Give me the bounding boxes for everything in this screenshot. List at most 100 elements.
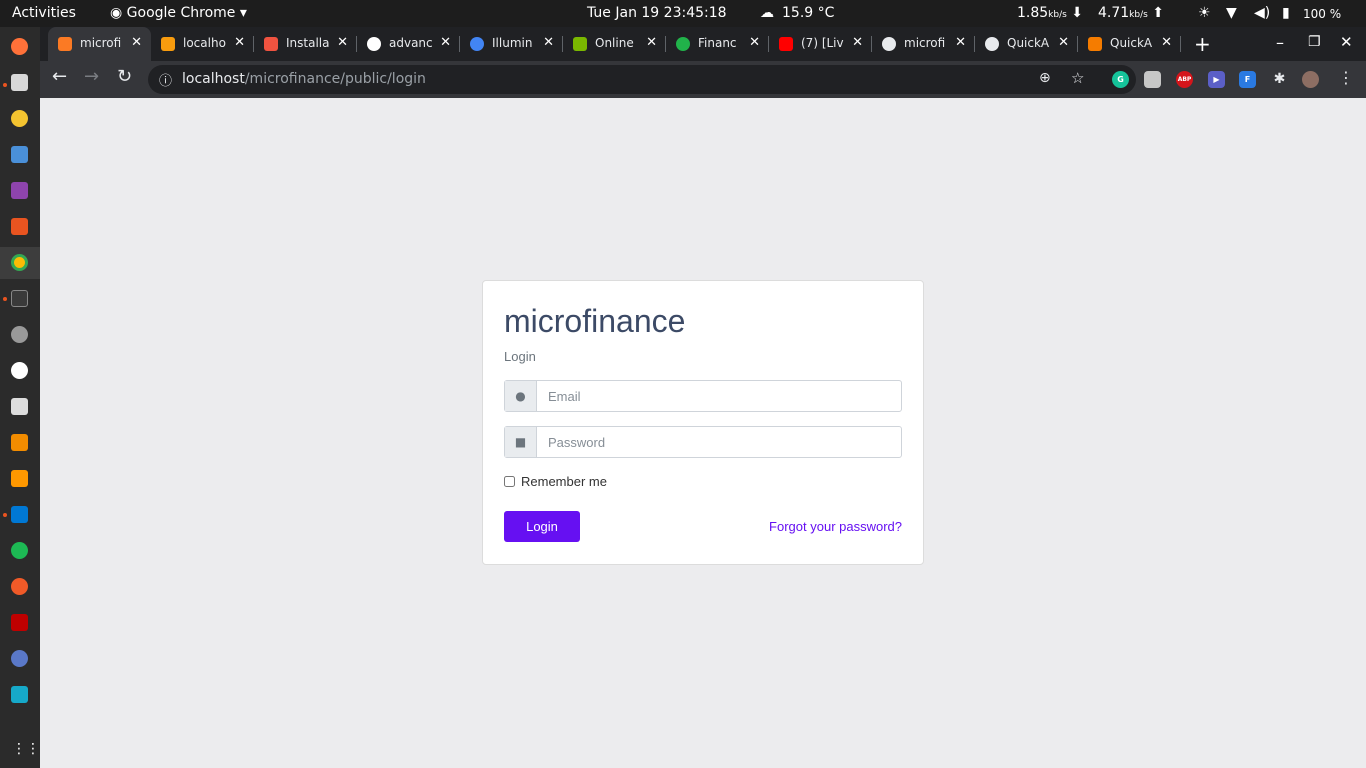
puzzle-icon[interactable]: ✱ [1271, 71, 1288, 88]
adblock-icon[interactable]: ABP [1176, 71, 1193, 88]
filezilla-icon[interactable] [11, 614, 28, 631]
new-tab-button[interactable]: + [1194, 32, 1211, 56]
login-button[interactable]: Login [504, 511, 580, 542]
tab[interactable]: (7) [Liv ✕ [769, 27, 872, 61]
url-text: localhost/microfinance/public/login [182, 71, 426, 87]
github-icon [367, 37, 381, 51]
close-icon[interactable]: ✕ [852, 35, 863, 50]
app-icon[interactable] [11, 398, 28, 415]
close-icon[interactable]: ✕ [440, 35, 451, 50]
tab[interactable]: localho ✕ [151, 27, 254, 61]
email-input[interactable] [537, 381, 901, 411]
tab-strip: microfi ✕ localho ✕ Installa ✕ advanc ✕ Illu… [40, 27, 1366, 61]
terminal-icon[interactable] [11, 290, 28, 307]
volume-icon[interactable]: ◀) [1254, 5, 1270, 21]
close-icon[interactable]: ✕ [955, 35, 966, 50]
net-down-value: 1.85 [1017, 5, 1049, 21]
restore-button[interactable]: ❐ [1308, 34, 1321, 50]
brand-title: microfinance [504, 303, 686, 339]
close-icon[interactable]: ✕ [1161, 35, 1172, 50]
email-field: ● [504, 380, 902, 412]
menu-icon[interactable]: ⋮ [1338, 68, 1354, 87]
user-icon: ● [505, 381, 537, 411]
login-card: microfinance Login ● ■ Remember me Login… [482, 280, 924, 565]
tab-label: microfi [904, 36, 946, 50]
webstorm-icon[interactable] [11, 686, 28, 703]
system-top-bar: Activities ◉ Google Chrome ▾ Tue Jan 19 … [0, 0, 1366, 27]
chrome-icon[interactable] [11, 254, 28, 271]
tab[interactable]: QuickA ✕ [975, 27, 1078, 61]
activities-button[interactable]: Activities [12, 5, 76, 21]
login-subtitle: Login [504, 349, 536, 364]
net-up: 4.71kb/s ⬆ [1098, 5, 1165, 21]
net-down: 1.85kb/s ⬇ [1017, 5, 1084, 21]
vlc-icon[interactable] [11, 434, 28, 451]
tab[interactable]: Illumin ✕ [460, 27, 563, 61]
forgot-password-link[interactable]: Forgot your password? [769, 519, 902, 534]
close-icon[interactable]: ✕ [337, 35, 348, 50]
app-menu[interactable]: ◉ Google Chrome ▾ [110, 5, 247, 21]
battery-level[interactable]: 100 % [1303, 7, 1341, 21]
close-icon[interactable]: ✕ [646, 35, 657, 50]
translate-icon[interactable]: F [1239, 71, 1256, 88]
battery-icon[interactable]: ▮ [1282, 5, 1290, 21]
tab[interactable]: QuickA ✕ [1078, 27, 1181, 61]
check-icon [676, 37, 690, 51]
weather-temp[interactable]: 15.9 °C [782, 5, 834, 21]
grammarly-icon[interactable]: G [1112, 71, 1129, 88]
address-bar[interactable]: ⓘ localhost/microfinance/public/login ⊕ … [148, 65, 1136, 94]
reload-button[interactable]: ↻ [117, 66, 132, 87]
weather-icon: ☁ [760, 5, 774, 21]
net-down-unit: kb/s [1048, 10, 1067, 20]
vscode-icon[interactable] [11, 506, 28, 523]
app-icon[interactable] [11, 650, 28, 667]
info-icon[interactable]: ⓘ [159, 70, 172, 89]
tab-label: QuickA [1110, 36, 1153, 50]
extension-icon[interactable] [1144, 71, 1161, 88]
settings-icon[interactable] [11, 326, 28, 343]
meet-icon[interactable]: ▶ [1208, 71, 1225, 88]
tab[interactable]: Installa ✕ [254, 27, 357, 61]
rhythmbox-icon[interactable] [11, 110, 28, 127]
postman-icon[interactable] [11, 578, 28, 595]
writer-icon[interactable] [11, 146, 28, 163]
close-icon[interactable]: ✕ [543, 35, 554, 50]
files-icon[interactable] [11, 74, 28, 91]
clock[interactable]: Tue Jan 19 23:45:18 [587, 5, 727, 21]
phpmyadmin-icon [161, 37, 175, 51]
remember-label: Remember me [521, 474, 607, 489]
close-window-button[interactable]: ✕ [1340, 33, 1353, 51]
brightness-icon[interactable]: ☀ [1198, 5, 1211, 21]
firefox-icon[interactable] [11, 38, 28, 55]
password-input[interactable] [537, 427, 901, 457]
forward-button[interactable]: → [84, 66, 99, 87]
tab[interactable]: microfi ✕ [872, 27, 975, 61]
password-field: ■ [504, 426, 902, 458]
phpstorm-icon[interactable] [11, 182, 28, 199]
remember-me[interactable]: Remember me [504, 474, 607, 489]
zoom-icon[interactable]: ⊕ [1039, 70, 1051, 86]
back-button[interactable]: ← [52, 66, 67, 87]
remember-checkbox[interactable] [504, 476, 515, 487]
sublime-icon[interactable] [11, 470, 28, 487]
star-icon[interactable]: ☆ [1071, 69, 1084, 87]
show-apps-icon[interactable]: ⋮⋮ [12, 741, 40, 757]
close-icon[interactable]: ✕ [1058, 35, 1069, 50]
tab[interactable]: Online ✕ [563, 27, 666, 61]
close-icon[interactable]: ✕ [749, 35, 760, 50]
close-icon[interactable]: ✕ [234, 35, 245, 50]
tab[interactable]: Financ ✕ [666, 27, 769, 61]
tab-label: Illumin [492, 36, 533, 50]
lock-icon: ■ [505, 427, 537, 457]
tab[interactable]: advanc ✕ [357, 27, 460, 61]
url-host: localhost [182, 71, 245, 87]
app-icon[interactable] [11, 362, 28, 379]
google-icon [470, 37, 484, 51]
spotify-icon[interactable] [11, 542, 28, 559]
minimize-button[interactable]: – [1276, 33, 1284, 52]
close-icon[interactable]: ✕ [131, 35, 142, 50]
wifi-icon[interactable]: ▼ [1226, 5, 1237, 21]
software-icon[interactable] [11, 218, 28, 235]
tab[interactable]: microfi ✕ [48, 27, 151, 61]
profile-avatar[interactable] [1302, 71, 1319, 88]
